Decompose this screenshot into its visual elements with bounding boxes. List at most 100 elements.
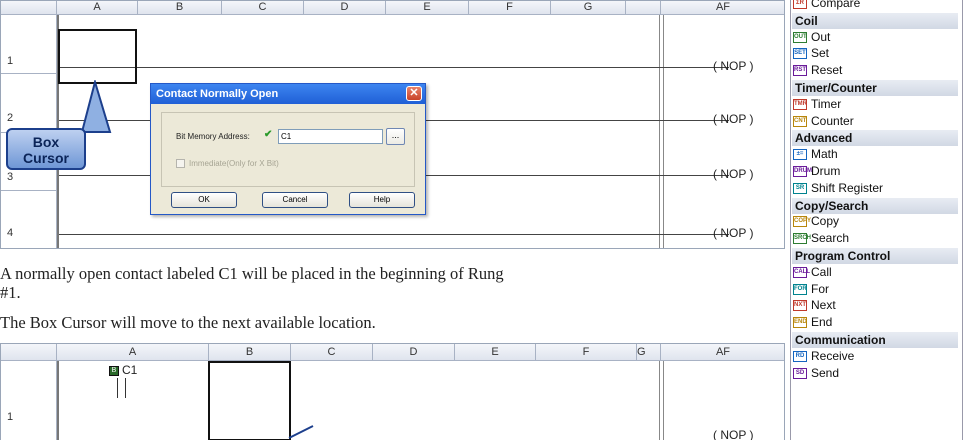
column-header-af: AF bbox=[661, 344, 784, 361]
palette-item-label: Shift Register bbox=[811, 180, 884, 195]
palette-item-label: Timer bbox=[811, 96, 842, 111]
palette-item-search[interactable]: SRCH Search bbox=[793, 231, 849, 246]
column-header-af: AF bbox=[661, 1, 784, 15]
bit-icon: B bbox=[109, 366, 119, 376]
palette-item-end[interactable]: END End bbox=[793, 315, 832, 330]
palette-item-drum[interactable]: DRUM Drum bbox=[793, 164, 840, 179]
instruction-palette: ΣR Compare Coil OUT Out SET Set RST Reset Timer/C… bbox=[790, 0, 963, 440]
rung-line-4 bbox=[59, 234, 729, 235]
palette-item-shift-register[interactable]: SR Shift Register bbox=[793, 181, 883, 196]
right-rail-separator-1 bbox=[659, 15, 660, 248]
palette-category-advanced[interactable]: Advanced bbox=[792, 130, 958, 147]
palette-item-label: Copy bbox=[811, 214, 840, 229]
close-icon[interactable]: ✕ bbox=[406, 86, 422, 101]
palette-category-copy-search[interactable]: Copy/Search bbox=[792, 197, 958, 214]
end-icon: END bbox=[793, 317, 807, 329]
set-icon: SET bbox=[793, 48, 807, 60]
timer-icon: TMR bbox=[793, 98, 807, 110]
column-header-a: A bbox=[57, 344, 209, 361]
nop-coil-1: ( NOP ) bbox=[713, 59, 754, 73]
palette-item-label: Out bbox=[811, 29, 831, 44]
nop-coil-1: ( NOP ) bbox=[713, 428, 754, 440]
immediate-checkbox[interactable] bbox=[176, 159, 185, 168]
column-header-blank2 bbox=[626, 1, 661, 15]
palette-item-for[interactable]: FOR For bbox=[793, 282, 829, 297]
column-header-b: B bbox=[209, 344, 291, 361]
ladder-grid-bottom: A B C D E F G AF 1 B C1 ( NOP ) bbox=[0, 343, 785, 440]
column-header-d: D bbox=[373, 344, 455, 361]
instruction-paragraph-2: The Box Cursor will move to the next ava… bbox=[0, 313, 376, 332]
palette-item-math[interactable]: ±= Math bbox=[793, 147, 838, 162]
column-header-g: G bbox=[551, 1, 626, 15]
box-cursor-callout: Box Cursor bbox=[6, 128, 86, 170]
palette-item-label: Send bbox=[811, 365, 840, 380]
call-icon: CALL bbox=[793, 266, 810, 278]
dialog-fieldset: Bit Memory Address: ✔ C1 ... Immediate(O… bbox=[161, 112, 415, 187]
palette-item-copy[interactable]: COPY Copy bbox=[793, 214, 839, 229]
reset-icon: RST bbox=[793, 65, 807, 77]
palette-item-label: For bbox=[811, 281, 829, 296]
callout-pointer bbox=[288, 425, 314, 439]
palette-item-label: Call bbox=[811, 264, 832, 279]
palette-item-label: Counter bbox=[811, 113, 854, 128]
contact-right-bar bbox=[125, 378, 126, 398]
for-icon: FOR bbox=[793, 283, 807, 295]
counter-icon: CNT bbox=[793, 115, 807, 127]
out-icon: OUT bbox=[793, 31, 807, 43]
palette-item-reset[interactable]: RST Reset bbox=[793, 63, 842, 78]
compare-icon: ΣR bbox=[793, 0, 807, 9]
ok-button[interactable]: OK bbox=[171, 192, 237, 208]
valid-check-icon: ✔ bbox=[264, 129, 273, 140]
help-button[interactable]: Help bbox=[349, 192, 415, 208]
box-cursor[interactable] bbox=[208, 361, 291, 440]
column-header-f: F bbox=[469, 1, 551, 15]
column-header-a: A bbox=[57, 1, 138, 15]
drum-icon: DRUM bbox=[793, 166, 812, 177]
palette-item-send[interactable]: SD Send bbox=[793, 366, 839, 381]
right-rail-separator-2 bbox=[663, 361, 664, 440]
column-header-blank bbox=[1, 1, 57, 15]
contact-normally-open-dialog: Contact Normally Open ✕ Bit Memory Addre… bbox=[150, 83, 426, 215]
palette-category-program-control[interactable]: Program Control bbox=[792, 248, 958, 264]
palette-item-label: Set bbox=[811, 46, 830, 61]
send-icon: SD bbox=[793, 367, 807, 379]
box-cursor[interactable] bbox=[58, 29, 137, 84]
contact-c1-label: C1 bbox=[122, 363, 138, 377]
browse-button[interactable]: ... bbox=[386, 128, 405, 145]
palette-item-counter[interactable]: CNT Counter bbox=[793, 114, 854, 129]
next-icon: NXT bbox=[793, 300, 807, 312]
column-header-c: C bbox=[222, 1, 304, 15]
column-header-c: C bbox=[291, 344, 373, 361]
nop-coil-4: ( NOP ) bbox=[713, 226, 754, 240]
rung-line-1 bbox=[59, 67, 729, 68]
palette-item-label: Drum bbox=[811, 164, 841, 178]
column-header-b: B bbox=[138, 1, 222, 15]
column-header-blank bbox=[1, 344, 57, 361]
palette-category-timer-counter[interactable]: Timer/Counter bbox=[792, 80, 958, 96]
palette-category-communication[interactable]: Communication bbox=[792, 332, 958, 348]
palette-item-compare[interactable]: ΣR Compare bbox=[793, 0, 860, 11]
palette-item-set[interactable]: SET Set bbox=[793, 46, 829, 61]
palette-item-label: Math bbox=[811, 147, 838, 162]
cancel-button[interactable]: Cancel bbox=[262, 192, 328, 208]
column-header-e: E bbox=[455, 344, 536, 361]
row-header-4: 4 bbox=[1, 191, 57, 248]
palette-item-label: Next bbox=[811, 298, 836, 313]
palette-item-call[interactable]: CALL Call bbox=[793, 265, 832, 280]
palette-item-next[interactable]: NXT Next bbox=[793, 298, 836, 313]
dialog-title: Contact Normally Open bbox=[151, 84, 425, 104]
row-header-2: 2 bbox=[1, 74, 57, 133]
palette-category-coil[interactable]: Coil bbox=[792, 12, 958, 29]
palette-item-label: Compare bbox=[811, 0, 861, 10]
nop-coil-3: ( NOP ) bbox=[713, 167, 754, 181]
bit-memory-address-input[interactable]: C1 bbox=[278, 129, 383, 144]
receive-icon: RD bbox=[793, 350, 807, 362]
bit-memory-address-label: Bit Memory Address: bbox=[176, 132, 250, 141]
palette-item-label: Reset bbox=[811, 63, 843, 78]
instruction-paragraph-1: A normally open contact labeled C1 will … bbox=[0, 264, 504, 302]
palette-item-timer[interactable]: TMR Timer bbox=[793, 97, 841, 112]
palette-item-out[interactable]: OUT Out bbox=[793, 30, 830, 45]
search-icon: SRCH bbox=[793, 233, 811, 245]
palette-item-receive[interactable]: RD Receive bbox=[793, 349, 854, 364]
row-header-1: 1 bbox=[1, 361, 57, 440]
